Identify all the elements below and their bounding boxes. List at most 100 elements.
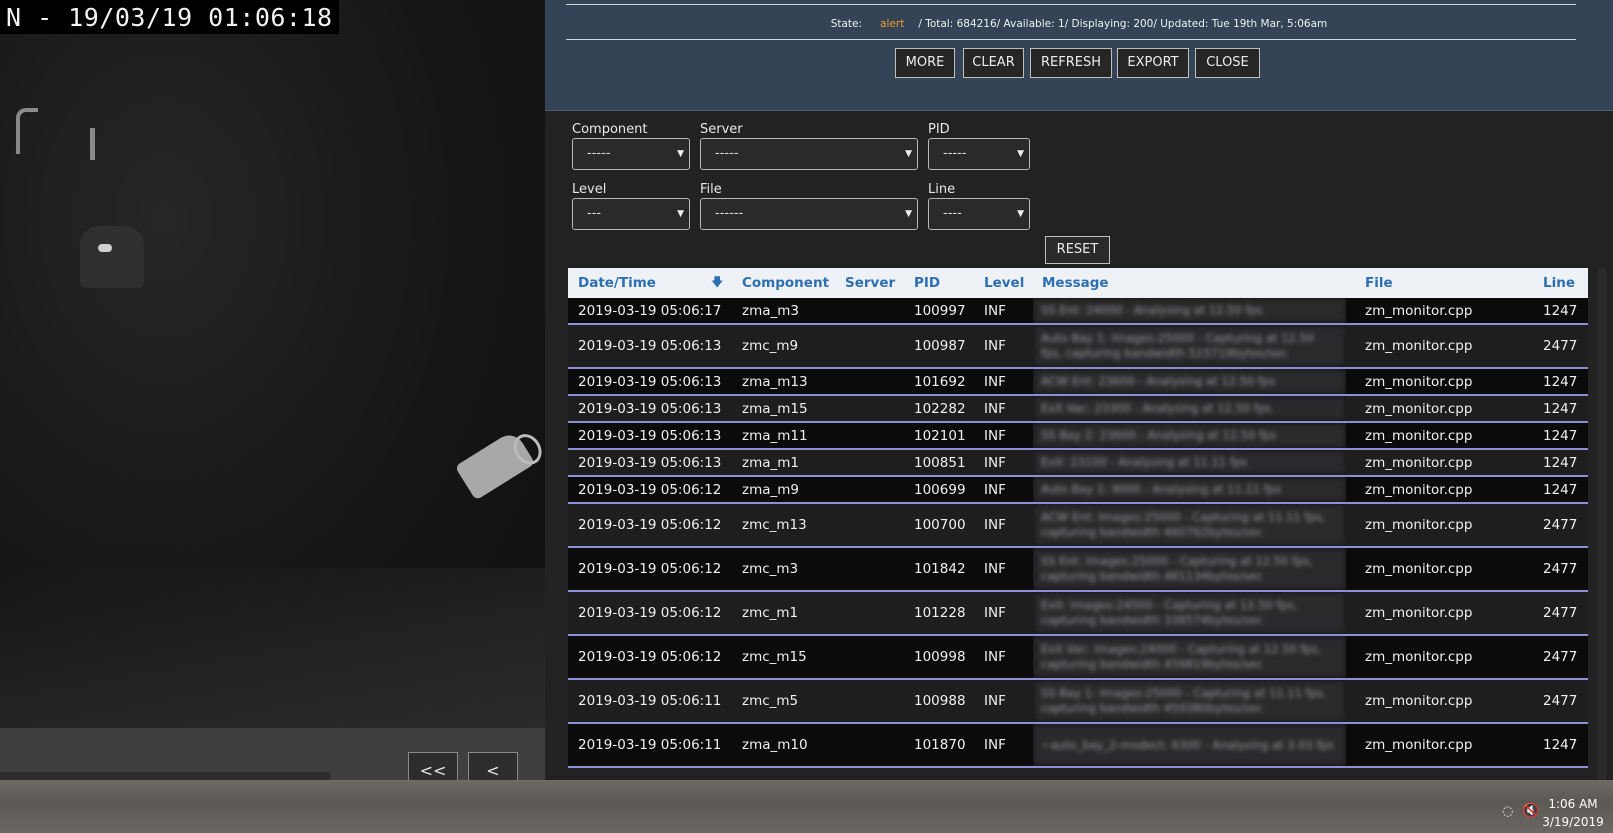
message-text: Auto Bay 1: 9000 - Analysing at 11.11 fp…	[1041, 482, 1282, 496]
cell-level: INF	[984, 693, 1006, 709]
cell-datetime: 2019-03-19 05:06:12	[578, 605, 722, 621]
file-filter-select[interactable]: ------ ▼	[700, 198, 918, 230]
sort-descending-icon[interactable]: 🡇	[711, 273, 723, 294]
close-button[interactable]: CLOSE	[1195, 48, 1260, 78]
cell-component: zma_m15	[742, 400, 808, 417]
cell-message: Exit: 23100 - Analysing at 11.11 fps	[1033, 450, 1346, 475]
column-header-line[interactable]: Line	[1543, 268, 1575, 298]
table-row[interactable]: 2019-03-19 05:06:13 zma_m13 101692 INF zm_mo…	[568, 369, 1588, 396]
table-row[interactable]: 2019-03-19 05:06:12 zmc_m1 101228 INF zm_mon…	[568, 592, 1588, 636]
cell-line: 1247	[1543, 454, 1578, 471]
cell-message: Auto Bay 1: 9000 - Analysing at 11.11 fp…	[1033, 477, 1346, 502]
table-row[interactable]: 2019-03-19 05:06:17 zma_m3 100997 INF zm_mon…	[568, 298, 1588, 325]
cell-file: zm_monitor.cpp	[1365, 737, 1473, 753]
taskbar-clock-date[interactable]: 3/19/2019	[1538, 814, 1608, 830]
cell-level: INF	[984, 481, 1006, 498]
chevron-down-icon: ▼	[905, 209, 912, 219]
table-row[interactable]: 2019-03-19 05:06:13 zma_m11 102101 INF zm_mo…	[568, 423, 1588, 450]
component-filter-select[interactable]: ----- ▼	[572, 138, 690, 170]
cell-message: Exit: Images:24500 - Capturing at 12.50 …	[1033, 592, 1346, 634]
cell-message: SS Ent: 24000 - Analysing at 12.50 fps	[1033, 298, 1346, 323]
message-text: Exit Vac: 23300 - Analysing at 12.50 fps	[1041, 401, 1272, 415]
message-text: ACW Ent: Images:25000 - Capturing at 11.…	[1041, 510, 1326, 539]
cell-line: 1247	[1543, 427, 1578, 444]
log-table-header: Date/Time 🡇 Component Server PID Level M…	[568, 268, 1588, 298]
cell-component: zma_m1	[742, 454, 799, 471]
table-row[interactable]: 2019-03-19 05:06:12 zmc_m3 101842 INF zm_mon…	[568, 548, 1588, 592]
cell-message: ACW Ent: 23600 - Analysing at 12.50 fps	[1033, 369, 1346, 394]
cell-component: zmc_m9	[742, 338, 799, 354]
column-header-message[interactable]: Message	[1042, 268, 1109, 298]
message-text: Exit Vac: Images:24000 - Capturing at 12…	[1041, 642, 1322, 671]
cell-pid: 100998	[914, 649, 966, 665]
playback-strip	[0, 772, 330, 780]
reset-filters-button[interactable]: RESET	[1045, 236, 1110, 264]
cell-datetime: 2019-03-19 05:06:17	[578, 302, 722, 319]
line-filter-value: ----	[943, 206, 962, 221]
more-button[interactable]: MORE	[895, 48, 955, 78]
cell-component: zma_m10	[742, 737, 808, 753]
cell-pid: 100997	[914, 302, 966, 319]
table-row[interactable]: 2019-03-19 05:06:12 zmc_m15 100998 INF zm_mo…	[568, 636, 1588, 680]
cell-line: 2477	[1543, 605, 1578, 621]
column-header-level[interactable]: Level	[984, 268, 1024, 298]
wifi-icon[interactable]: ◌	[1502, 804, 1513, 819]
refresh-button[interactable]: REFRESH	[1030, 48, 1112, 78]
pid-filter-select[interactable]: ----- ▼	[928, 138, 1030, 170]
column-header-server[interactable]: Server	[845, 268, 895, 298]
table-row[interactable]: 2019-03-19 05:06:12 zmc_m13 100700 INF zm_mo…	[568, 504, 1588, 548]
state-value: alert	[880, 18, 905, 30]
clear-button[interactable]: CLEAR	[963, 48, 1024, 78]
cell-pid: 100987	[914, 338, 966, 354]
header-divider-bottom	[566, 39, 1576, 40]
column-header-component[interactable]: Component	[742, 268, 829, 298]
column-header-datetime[interactable]: Date/Time	[578, 268, 656, 298]
chevron-down-icon: ▼	[1017, 209, 1024, 219]
cell-message: Exit Vac: Images:24000 - Capturing at 12…	[1033, 636, 1346, 678]
table-row[interactable]: 2019-03-19 05:06:11 zmc_m5 100988 INF zm_mon…	[568, 680, 1588, 724]
camera-timestamp: N - 19/03/19 01:06:18	[0, 0, 339, 34]
component-filter-value: -----	[587, 146, 611, 161]
cell-level: INF	[984, 373, 1006, 390]
cell-level: INF	[984, 400, 1006, 417]
log-table-body: 2019-03-19 05:06:17 zma_m3 100997 INF zm_mon…	[568, 298, 1588, 768]
cell-file: zm_monitor.cpp	[1365, 338, 1473, 354]
table-row[interactable]: 2019-03-19 05:06:13 zmc_m9 100987 INF zm_mon…	[568, 325, 1588, 369]
camera-floor-shadow	[0, 568, 545, 728]
log-header: State: alert / Total: 684216/ Available: 1…	[545, 0, 1613, 111]
log-scrollbar[interactable]	[1598, 268, 1606, 788]
cell-line: 1247	[1543, 400, 1578, 417]
table-row[interactable]: 2019-03-19 05:06:13 zma_m1 100851 INF zm_mon…	[568, 450, 1588, 477]
cell-message: SS Ent: Images:25000 - Capturing at 12.5…	[1033, 548, 1346, 590]
cell-line: 2477	[1543, 517, 1578, 533]
table-row[interactable]: 2019-03-19 05:06:13 zma_m15 102282 INF zm_mo…	[568, 396, 1588, 423]
table-row[interactable]: 2019-03-19 05:06:12 zma_m9 100699 INF zm_mon…	[568, 477, 1588, 504]
level-filter-select[interactable]: --- ▼	[572, 198, 690, 230]
column-header-pid[interactable]: PID	[914, 268, 940, 298]
cell-component: zma_m3	[742, 302, 799, 319]
cell-component: zma_m9	[742, 481, 799, 498]
taskbar-clock-time[interactable]: 1:06 AM	[1538, 796, 1608, 812]
column-header-file[interactable]: File	[1365, 268, 1393, 298]
cell-level: INF	[984, 517, 1006, 533]
chevron-down-icon: ▼	[677, 149, 684, 159]
cell-line: 1247	[1543, 481, 1578, 498]
cell-datetime: 2019-03-19 05:06:12	[578, 649, 722, 665]
cell-level: INF	[984, 427, 1006, 444]
cell-datetime: 2019-03-19 05:06:13	[578, 427, 722, 444]
export-button[interactable]: EXPORT	[1117, 48, 1189, 78]
cell-pid: 101692	[914, 373, 966, 390]
table-row[interactable]: 2019-03-19 05:06:11 zma_m10 101870 INF zm_mo…	[568, 724, 1588, 768]
cell-datetime: 2019-03-19 05:06:11	[578, 737, 722, 753]
taskbar	[0, 780, 1613, 833]
cell-datetime: 2019-03-19 05:06:12	[578, 481, 722, 498]
log-summary: / Total: 684216/ Available: 1/ Displayin…	[918, 18, 1328, 30]
cell-pid: 102101	[914, 427, 966, 444]
volume-muted-icon[interactable]: 🔇	[1522, 803, 1539, 819]
line-filter-select[interactable]: ---- ▼	[928, 198, 1030, 230]
message-text: Exit: 23100 - Analysing at 11.11 fps	[1041, 455, 1248, 469]
cell-pid: 102282	[914, 400, 966, 417]
cell-component: zmc_m1	[742, 605, 799, 621]
cell-file: zm_monitor.cpp	[1365, 373, 1473, 390]
server-filter-select[interactable]: ----- ▼	[700, 138, 918, 170]
